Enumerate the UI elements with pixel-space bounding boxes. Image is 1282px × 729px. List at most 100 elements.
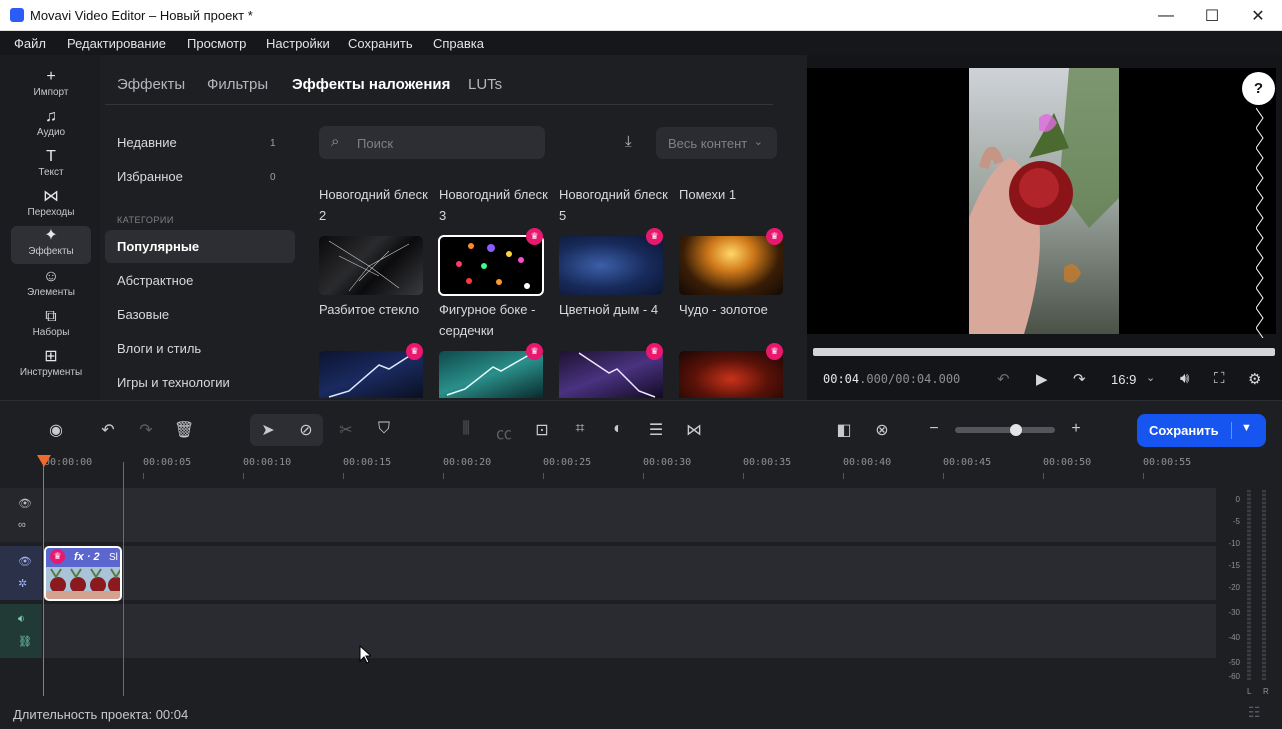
- audio-track[interactable]: [44, 604, 1216, 658]
- category-basic[interactable]: Базовые: [117, 307, 169, 322]
- unlink-icon[interactable]: ⛓︎: [18, 635, 32, 648]
- rail-tools-button[interactable]: ⊞ Инструменты: [11, 347, 91, 385]
- menu-save[interactable]: Сохранить: [348, 36, 413, 51]
- playhead-handle[interactable]: [37, 455, 51, 467]
- premium-crown-icon: ♛: [526, 343, 543, 360]
- eye-icon[interactable]: 👁︎: [18, 555, 32, 568]
- category-recent[interactable]: Недавние: [117, 135, 177, 150]
- speaker-icon[interactable]: 🔉︎: [18, 613, 25, 626]
- premium-crown-icon: ♛: [646, 228, 663, 245]
- zoom-slider-handle[interactable]: [1010, 424, 1022, 436]
- marker-shield-icon[interactable]: ⛉: [374, 420, 394, 438]
- rail-tools-label: Инструменты: [19, 367, 83, 378]
- volume-icon[interactable]: 🔊︎: [1180, 370, 1189, 387]
- rail-import-button[interactable]: + Импорт: [11, 67, 91, 105]
- color-contrast-icon[interactable]: ◐: [608, 420, 628, 438]
- minimize-button[interactable]: —: [1143, 0, 1189, 31]
- save-export-button[interactable]: Сохранить ▼: [1137, 414, 1266, 447]
- chevron-down-icon[interactable]: ▼: [1241, 422, 1252, 434]
- link-icon[interactable]: ∞: [18, 519, 26, 531]
- menu-file[interactable]: Файл: [14, 36, 46, 51]
- content-filter-dropdown[interactable]: Весь контент ⌄: [656, 127, 777, 159]
- rail-audio-button[interactable]: ♫ Аудио: [11, 107, 91, 145]
- adjust-sliders-icon[interactable]: ☰: [646, 420, 666, 440]
- rail-packs-button[interactable]: ⧉ Наборы: [11, 307, 91, 345]
- overlay-track[interactable]: [44, 488, 1216, 542]
- meter-channel-label: L: [1247, 687, 1252, 696]
- audio-waveform-icon[interactable]: ⫼: [456, 420, 476, 438]
- plus-icon: +: [46, 68, 56, 85]
- close-button[interactable]: ✕: [1235, 0, 1281, 31]
- scissors-icon[interactable]: ✂: [336, 420, 356, 440]
- captions-cc-icon[interactable]: ㏄: [494, 420, 514, 444]
- menu-view[interactable]: Просмотр: [187, 36, 246, 51]
- search-input[interactable]: Поиск: [357, 136, 393, 151]
- tab-overlay-effects[interactable]: Эффекты наложения: [292, 76, 450, 93]
- link-chain-icon[interactable]: ⊗: [872, 420, 892, 440]
- zoom-in-icon[interactable]: +: [1066, 420, 1086, 438]
- smiley-icon: ☺: [42, 268, 60, 285]
- help-button[interactable]: ?: [1242, 72, 1275, 105]
- effect-thumbnail-lightning-blue[interactable]: [319, 351, 423, 398]
- eye-icon[interactable]: 👁︎: [18, 497, 32, 510]
- play-icon[interactable]: ▶: [1036, 370, 1048, 388]
- heart-bokeh-graphic: [456, 243, 530, 289]
- download-icon[interactable]: ⤓: [625, 133, 632, 150]
- redo-icon[interactable]: ↷: [136, 420, 156, 440]
- chevron-down-icon[interactable]: ⌄: [1146, 371, 1155, 384]
- tab-filters[interactable]: Фильтры: [207, 76, 268, 93]
- rewind-icon[interactable]: ↶: [997, 370, 1010, 388]
- rail-elements-button[interactable]: ☺ Элементы: [11, 267, 91, 305]
- tab-luts[interactable]: LUTs: [468, 76, 502, 93]
- search-field[interactable]: ⌕ Поиск: [319, 126, 545, 159]
- razor-blade-icon[interactable]: ⊘: [296, 420, 316, 440]
- crop-icon[interactable]: ⌗: [570, 420, 590, 438]
- transition-wizard-icon[interactable]: ⋈: [684, 420, 704, 440]
- effects-sparkle-icon[interactable]: ✲: [18, 577, 27, 590]
- content-filter-value: Весь контент: [668, 136, 748, 151]
- aspect-ratio-select[interactable]: 16:9: [1111, 372, 1136, 387]
- video-clip[interactable]: ♛ fx · 2 Sl: [44, 546, 122, 601]
- zoom-out-icon[interactable]: −: [924, 420, 944, 438]
- category-popular[interactable]: Популярные: [117, 239, 199, 254]
- menu-settings[interactable]: Настройки: [266, 36, 330, 51]
- effect-thumbnail-fire-red[interactable]: [679, 351, 783, 398]
- meter-scale-label: -30: [1228, 608, 1240, 617]
- effect-thumbnail-color-smoke[interactable]: [559, 236, 663, 295]
- forward-icon[interactable]: ↷: [1073, 370, 1086, 388]
- category-abstract[interactable]: Абстрактное: [117, 273, 193, 288]
- select-cursor-icon[interactable]: ➤: [258, 420, 278, 440]
- rail-transitions-button[interactable]: ⋈ Переходы: [11, 187, 91, 225]
- effect-thumbnail-lightning-purple[interactable]: [559, 351, 663, 398]
- effect-name: Чудо - золотое: [679, 302, 768, 317]
- effect-thumbnail-gold-miracle[interactable]: [679, 236, 783, 295]
- menu-help[interactable]: Справка: [433, 36, 484, 51]
- list-view-icon[interactable]: ☷: [1248, 704, 1261, 721]
- fullscreen-icon[interactable]: ⛶: [1214, 370, 1225, 387]
- timeline-zoom-slider[interactable]: [955, 427, 1055, 433]
- video-track[interactable]: [44, 546, 1216, 600]
- undo-icon[interactable]: ↶: [98, 420, 118, 440]
- gear-icon[interactable]: ⚙: [1248, 370, 1261, 388]
- effect-name: Новогодний блеск 2: [319, 187, 428, 223]
- preview-scrub-bar[interactable]: [813, 348, 1275, 356]
- tab-effects[interactable]: Эффекты: [117, 76, 185, 93]
- playhead-line[interactable]: [43, 462, 44, 696]
- maximize-button[interactable]: ☐: [1189, 0, 1235, 31]
- effect-thumbnail-lightning-teal[interactable]: [439, 351, 543, 398]
- ruler-tick-label: 00:00:35: [743, 457, 792, 468]
- premium-crown-icon: ♛: [646, 343, 663, 360]
- category-favorites[interactable]: Избранное: [117, 169, 183, 184]
- category-games[interactable]: Игры и технологии: [117, 375, 230, 390]
- rail-effects-button[interactable]: ✦ Эффекты: [11, 226, 91, 264]
- focus-track-icon[interactable]: ⊡: [532, 420, 552, 440]
- record-icon[interactable]: ◉: [46, 420, 66, 440]
- trash-icon[interactable]: 🗑︎: [174, 420, 194, 440]
- ruler-tick-mark: [343, 473, 344, 479]
- category-vlogs[interactable]: Влоги и стиль: [117, 341, 201, 356]
- rail-text-button[interactable]: T Текст: [11, 147, 91, 185]
- menu-edit[interactable]: Редактирование: [67, 36, 166, 51]
- audio-detach-icon[interactable]: ◧: [834, 420, 854, 440]
- effect-thumbnail-heart-bokeh[interactable]: [438, 235, 544, 296]
- effect-thumbnail-broken-glass[interactable]: [319, 236, 423, 295]
